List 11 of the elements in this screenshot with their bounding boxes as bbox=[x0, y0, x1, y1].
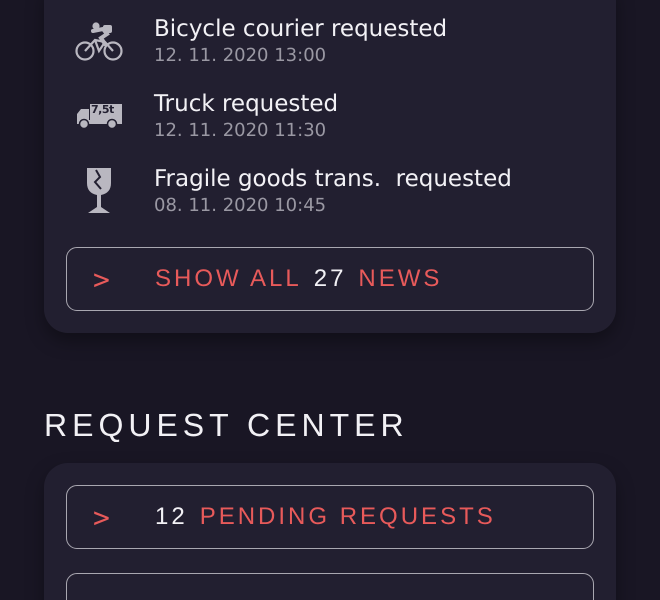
section-heading: REQUEST CENTER bbox=[44, 406, 410, 445]
news-time: 08. 11. 2020 10:45 bbox=[154, 194, 328, 218]
news-title: Truck requested bbox=[154, 90, 338, 119]
show-all-news-button[interactable]: > SHOW ALL 27 NEWS bbox=[66, 247, 594, 311]
news-title: Bicycle courier requested bbox=[154, 15, 448, 44]
news-time: 12. 11. 2020 11:30 bbox=[154, 119, 328, 143]
requests-button[interactable]: > 12 PENDING REQUESTS bbox=[66, 485, 594, 549]
news-time: 12. 11. 2020 13:00 bbox=[154, 44, 328, 68]
cyclist-icon bbox=[75, 20, 123, 62]
news-title: Fragile goods trans. requested bbox=[154, 165, 512, 194]
broken-glass-icon bbox=[84, 167, 114, 215]
